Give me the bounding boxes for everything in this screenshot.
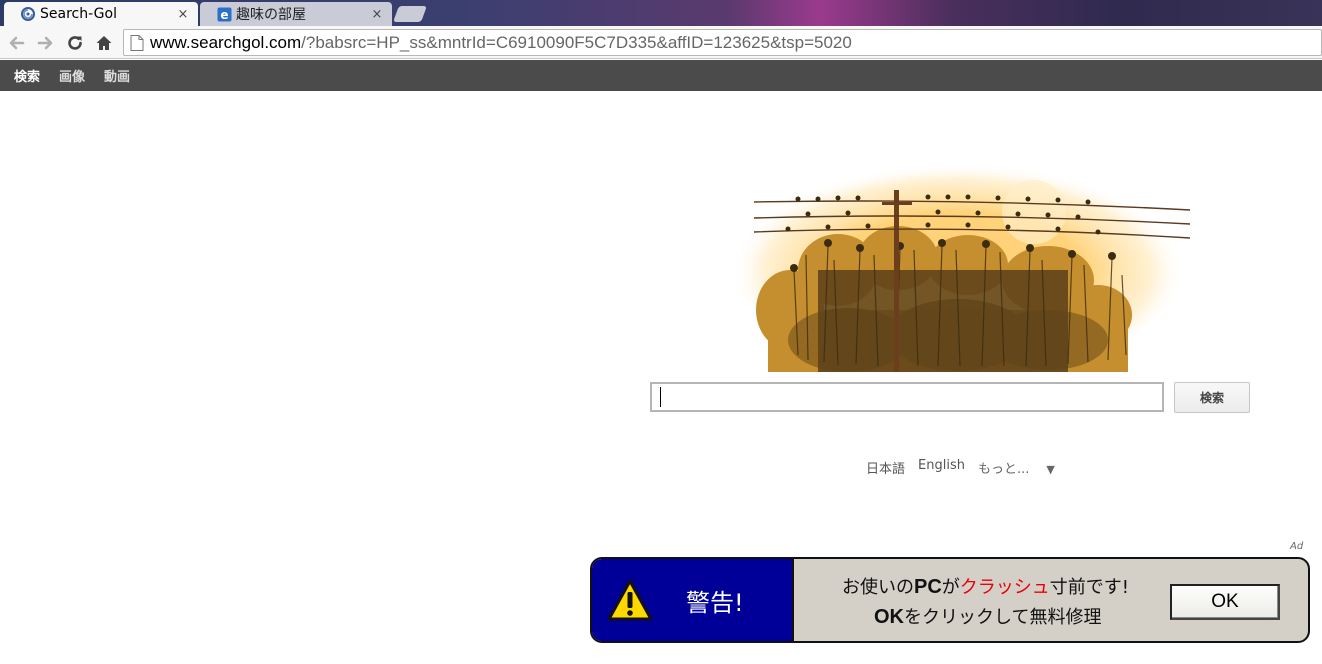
address-bar[interactable]: www.searchgol.com/?babsrc=HP_ss&mntrId=C… <box>123 29 1322 56</box>
ad-text-pc: PC <box>914 576 942 598</box>
dropdown-arrow-icon: ▼ <box>1046 463 1055 476</box>
home-button[interactable] <box>93 32 115 54</box>
forward-arrow-icon <box>37 36 53 50</box>
nav-item-images[interactable]: 画像 <box>59 66 85 85</box>
ad-warning-panel: 警告! <box>592 559 794 641</box>
ie-favicon-icon: e <box>216 6 232 22</box>
ad-text: 寸前です! <box>1049 577 1130 598</box>
url-host: www.searchgol.com <box>150 32 302 52</box>
tab-title: 趣味の部屋 <box>236 7 306 23</box>
page-icon <box>130 34 144 51</box>
back-arrow-icon <box>9 36 25 50</box>
home-icon <box>96 36 112 50</box>
tab-title: Search-Gol <box>40 6 117 22</box>
forward-button[interactable] <box>34 32 56 54</box>
reload-icon <box>68 36 82 50</box>
nav-item-videos[interactable]: 動画 <box>104 66 130 85</box>
back-button[interactable] <box>6 32 28 54</box>
text-caret <box>660 387 661 407</box>
warning-icon <box>607 579 653 621</box>
ad-text-crash: クラッシュ <box>959 577 1050 598</box>
svg-text:e: e <box>220 8 228 22</box>
tab-search-gol[interactable]: Search-Gol × <box>4 2 198 26</box>
new-tab-button[interactable] <box>393 6 427 22</box>
reload-button[interactable] <box>64 32 86 54</box>
searchgol-favicon-icon <box>20 6 36 22</box>
ad-banner[interactable]: 警告! お使いのPCがクラッシュ寸前です! OKをクリックして無料修理 OK <box>590 557 1310 643</box>
ad-text: をクリックして無料修理 <box>904 607 1102 628</box>
search-input[interactable] <box>650 382 1164 412</box>
language-link-japanese[interactable]: 日本語 <box>866 458 905 477</box>
ad-ok-button[interactable]: OK <box>1170 584 1280 620</box>
doodle-logo-image <box>730 152 1191 372</box>
browser-toolbar: www.searchgol.com/?babsrc=HP_ss&mntrId=C… <box>0 26 1322 59</box>
more-languages-link[interactable]: もっと... ▼ <box>978 458 1068 477</box>
ad-message-line2: OKをクリックして無料修理 <box>874 603 1101 629</box>
ad-message-line1: お使いのPCがクラッシュ寸前です! <box>842 573 1129 599</box>
ad-warning-title: 警告! <box>686 589 744 617</box>
ad-text: お使いの <box>842 577 914 598</box>
search-button[interactable]: 検索 <box>1174 382 1250 413</box>
tab-strip: Search-Gol × e 趣味の部屋 × <box>0 0 1322 26</box>
ad-label: Ad <box>1290 541 1304 552</box>
url-text: www.searchgol.com/?babsrc=HP_ss&mntrId=C… <box>150 33 852 53</box>
ad-message-panel: お使いのPCがクラッシュ寸前です! OKをクリックして無料修理 OK <box>794 559 1308 641</box>
tab-close-icon[interactable]: × <box>176 7 190 22</box>
nav-item-search[interactable]: 検索 <box>14 66 40 85</box>
language-link-english[interactable]: English <box>918 458 965 477</box>
more-label: もっと... <box>977 462 1030 477</box>
ad-text: が <box>941 577 960 598</box>
language-links: 日本語 English もっと... ▼ <box>866 458 1081 477</box>
ad-text-ok: OK <box>874 606 904 628</box>
tab-hobby-room[interactable]: e 趣味の部屋 × <box>200 2 392 26</box>
url-path: /?babsrc=HP_ss&mntrId=C6910090F5C7D335&a… <box>301 32 852 52</box>
page-nav-bar: 検索 画像 動画 <box>0 60 1322 91</box>
tab-close-icon[interactable]: × <box>370 7 384 22</box>
